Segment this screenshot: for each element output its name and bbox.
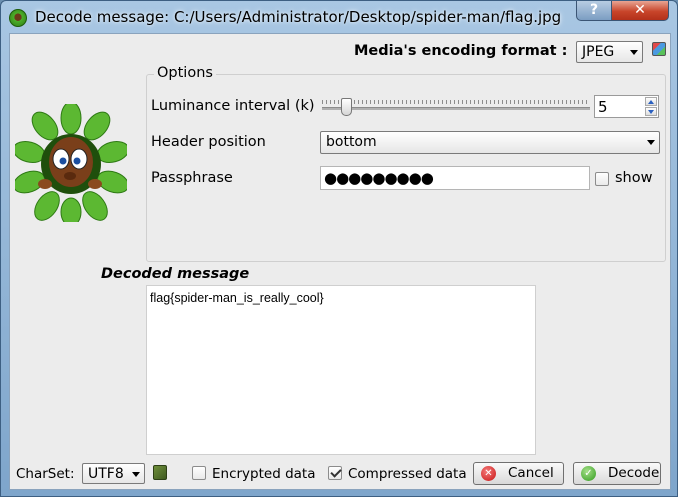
spin-down-icon[interactable] <box>645 107 657 116</box>
charset-select[interactable]: UTF8 <box>82 463 145 484</box>
luminance-slider-thumb[interactable] <box>341 98 352 116</box>
window-title: Decode message: C:/Users/Administrator/D… <box>35 8 562 26</box>
decode-window: Decode message: C:/Users/Administrator/D… <box>0 0 678 497</box>
chevron-down-icon <box>132 472 140 477</box>
chevron-down-icon <box>647 140 655 145</box>
help-button[interactable]: ? <box>576 1 612 21</box>
luminance-label: Luminance interval (k) <box>151 98 315 114</box>
cancel-button[interactable]: ✕ Cancel <box>473 462 564 485</box>
compressed-data-label: Compressed data <box>348 466 467 482</box>
encoding-format-label: Media's encoding format : <box>354 43 568 59</box>
encoding-format-select[interactable]: JPEG <box>576 41 643 63</box>
luminance-spinbox[interactable]: 5 <box>594 95 659 118</box>
avatar-logo <box>15 104 127 222</box>
charset-tool-icon[interactable] <box>153 465 167 480</box>
show-passphrase-label: show <box>615 170 653 186</box>
charset-label: CharSet: <box>16 466 75 482</box>
title-bar[interactable]: Decode message: C:/Users/Administrator/D… <box>1 1 677 33</box>
palette-icon[interactable] <box>652 42 666 56</box>
compressed-data-checkbox[interactable] <box>328 466 342 480</box>
luminance-value: 5 <box>598 98 608 116</box>
spin-buttons <box>645 97 657 116</box>
options-group-title: Options <box>154 65 216 81</box>
decoded-message-textarea[interactable]: flag{spider-man_is_really_cool} <box>146 285 536 455</box>
passphrase-label: Passphrase <box>151 170 233 186</box>
spin-up-icon[interactable] <box>645 97 657 106</box>
encrypted-data-label: Encrypted data <box>212 466 316 482</box>
header-position-label: Header position <box>151 134 266 150</box>
dialog-client-area: Media's encoding format : JPEG Options L… <box>9 33 671 490</box>
checkmark-icon: ✓ <box>581 466 596 481</box>
decoded-message-label: Decoded message <box>101 266 250 282</box>
encrypted-data-checkbox[interactable] <box>192 466 206 480</box>
decode-button-label: Decode <box>608 465 660 481</box>
header-position-value: bottom <box>326 134 377 150</box>
header-position-select[interactable]: bottom <box>320 131 660 154</box>
luminance-slider-track[interactable] <box>322 107 590 110</box>
cancel-button-label: Cancel <box>508 465 554 481</box>
app-icon <box>9 9 27 27</box>
charset-value: UTF8 <box>88 466 124 482</box>
show-passphrase-checkbox[interactable] <box>595 172 609 186</box>
cancel-icon: ✕ <box>481 466 496 481</box>
passphrase-input[interactable]: ●●●●●●●●● <box>320 166 590 190</box>
decode-button[interactable]: ✓ Decode <box>573 462 661 485</box>
encoding-format-value: JPEG <box>582 44 615 60</box>
slider-ticks <box>322 100 590 104</box>
chevron-down-icon <box>630 50 638 55</box>
close-button[interactable]: ✕ <box>611 1 669 21</box>
